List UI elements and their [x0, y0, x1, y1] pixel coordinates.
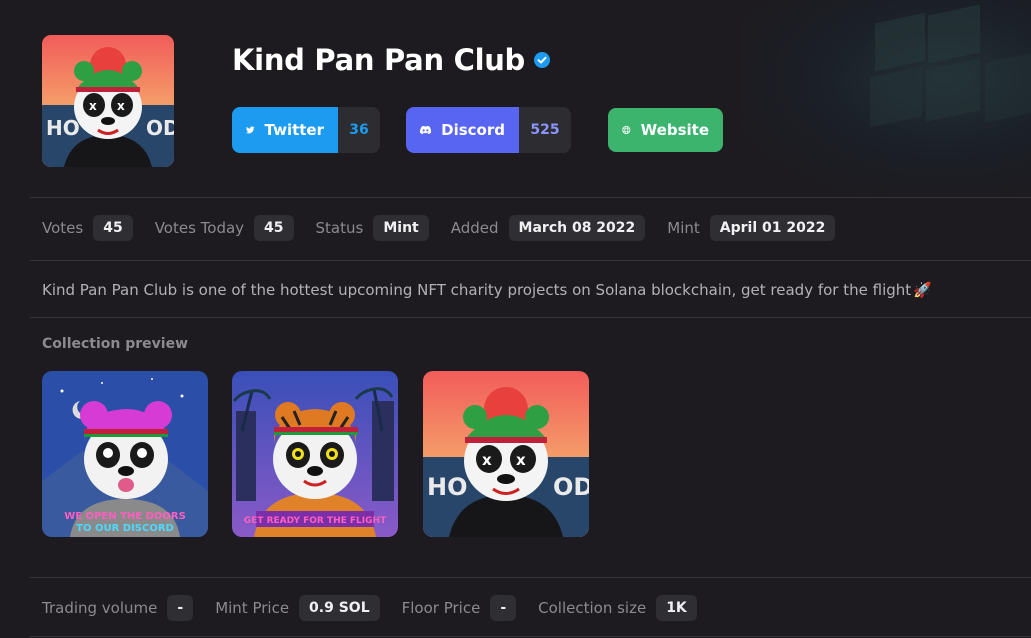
stat-status: Status Mint — [316, 215, 429, 241]
stat-value: 0.9 SOL — [299, 595, 380, 621]
discord-button-main[interactable]: Discord — [406, 107, 519, 153]
globe-icon — [622, 126, 631, 134]
twitter-bird-icon — [246, 126, 255, 134]
verified-badge-icon — [534, 52, 551, 68]
stat-label: Votes — [42, 219, 84, 237]
rocket-icon: 🚀 — [913, 281, 932, 299]
description-text: Kind Pan Pan Club is one of the hottest … — [42, 281, 912, 299]
preview-caption-line1: WE OPEN THE DOORS — [64, 511, 186, 522]
svg-text:OD: OD — [146, 116, 174, 140]
divider — [30, 317, 1031, 318]
stat-added: Added March 08 2022 — [451, 215, 646, 241]
stat-votes: Votes 45 — [42, 215, 133, 241]
discord-icon — [420, 125, 432, 135]
stat-value: 45 — [93, 215, 133, 241]
twitter-button[interactable]: Twitter 36 — [232, 107, 380, 153]
twitter-button-main[interactable]: Twitter — [232, 107, 338, 153]
stat-label: Mint Price — [215, 599, 290, 617]
website-button[interactable]: Website — [608, 107, 723, 153]
stat-value: 45 — [254, 215, 294, 241]
svg-text:OD: OD — [553, 473, 589, 501]
stat-value: - — [490, 595, 517, 621]
divider — [30, 577, 1031, 578]
project-logo: HO OD x x — [42, 35, 174, 167]
collection-preview-title: Collection preview — [42, 336, 189, 352]
stat-label: Collection size — [538, 599, 647, 617]
status-badge: Mint — [373, 215, 429, 241]
divider — [30, 197, 1031, 198]
website-button-main[interactable]: Website — [608, 108, 723, 152]
website-label: Website — [640, 121, 709, 139]
divider — [30, 260, 1031, 261]
svg-text:x: x — [89, 99, 97, 113]
collection-preview-item[interactable]: HO OD x x — [423, 371, 589, 537]
stat-floor-price: Floor Price - — [402, 595, 517, 621]
stat-mint-date: Mint April 01 2022 — [667, 215, 836, 241]
title-row: Kind Pan Pan Club — [232, 43, 551, 77]
stat-label: Mint — [667, 219, 700, 237]
stat-collection-size: Collection size 1K — [538, 595, 697, 621]
collection-preview-item[interactable]: WE OPEN THE DOORS TO OUR DISCORD — [42, 371, 208, 537]
project-title: Kind Pan Pan Club — [232, 43, 526, 77]
project-header: HO OD x x Kind Pan Pan Club Twitter 36 D… — [42, 35, 1002, 185]
svg-text:HO: HO — [427, 473, 468, 501]
discord-label: Discord — [441, 121, 505, 139]
stat-value: 1K — [656, 595, 697, 621]
stat-mint-price: Mint Price 0.9 SOL — [215, 595, 380, 621]
svg-text:HO: HO — [46, 116, 80, 140]
svg-text:x: x — [516, 451, 526, 469]
preview-caption-line1: GET READY FOR THE FLIGHT — [244, 516, 387, 526]
stat-label: Votes Today — [154, 219, 245, 237]
discord-button[interactable]: Discord 525 — [406, 107, 571, 153]
stat-label: Floor Price — [401, 599, 481, 617]
discord-count: 525 — [519, 107, 571, 153]
stat-value: March 08 2022 — [508, 215, 646, 241]
stat-label: Status — [315, 219, 364, 237]
twitter-count: 36 — [338, 107, 380, 153]
preview-caption-line2: TO OUR DISCORD — [76, 523, 174, 534]
twitter-label: Twitter — [264, 121, 325, 139]
svg-text:x: x — [117, 99, 125, 113]
stat-votes-today: Votes Today 45 — [155, 215, 294, 241]
social-links: Twitter 36 Discord 525 Website — [232, 107, 749, 153]
collection-preview-item[interactable]: GET READY FOR THE FLIGHT — [232, 371, 398, 537]
stat-trading-volume: Trading volume - — [42, 595, 194, 621]
stat-label: Trading volume — [42, 599, 158, 617]
project-description: Kind Pan Pan Club is one of the hottest … — [42, 281, 932, 299]
stat-value: - — [167, 595, 194, 621]
stat-label: Added — [450, 219, 499, 237]
svg-text:x: x — [482, 451, 492, 469]
divider — [30, 636, 1031, 637]
market-stats-row: Trading volume - Mint Price 0.9 SOL Floo… — [42, 595, 719, 621]
stats-row: Votes 45 Votes Today 45 Status Mint Adde… — [42, 215, 857, 241]
stat-value: April 01 2022 — [709, 215, 836, 241]
